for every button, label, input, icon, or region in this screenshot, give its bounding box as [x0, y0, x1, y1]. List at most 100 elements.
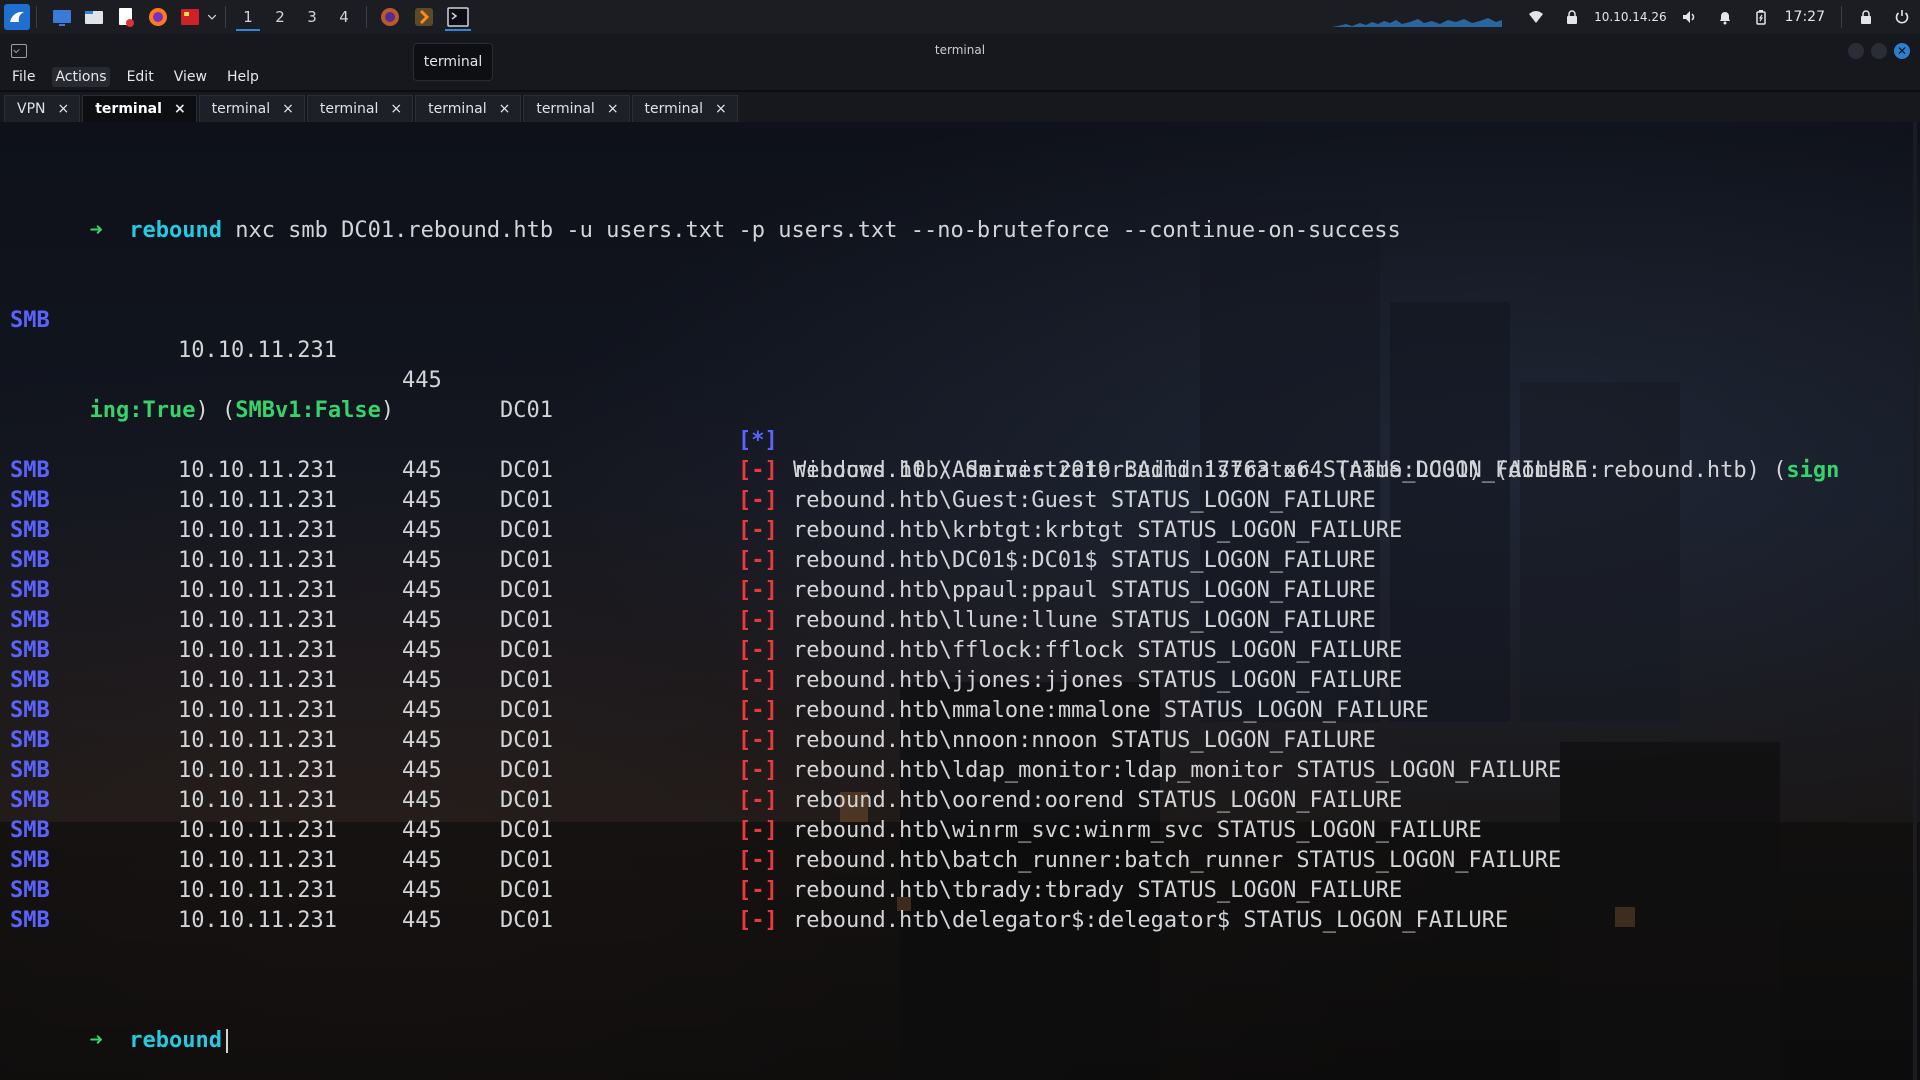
menu-file[interactable]: File	[9, 67, 38, 87]
close-window-button[interactable]: ✕	[1894, 43, 1910, 59]
desktop-icon[interactable]	[49, 4, 75, 30]
power-icon[interactable]	[1893, 8, 1911, 26]
prompt-arrow: ➜	[89, 218, 103, 243]
tab-terminal-6[interactable]: terminal ×	[631, 95, 738, 122]
target-host: DC01	[500, 878, 553, 903]
target-port: 445	[402, 818, 442, 843]
workspace-3[interactable]: 3	[296, 2, 328, 32]
info-separator: ) (	[195, 398, 236, 423]
chevron-down-icon[interactable]	[205, 4, 219, 30]
protocol-label: SMB	[10, 758, 50, 783]
tab-close-icon[interactable]: ×	[499, 101, 511, 117]
target-host: DC01	[500, 788, 553, 813]
result-message: rebound.htb\oorend:oorend STATUS_LOGON_F…	[793, 788, 1403, 813]
workspace-4[interactable]: 4	[328, 2, 360, 32]
target-port: 445	[402, 578, 442, 603]
target-ip: 10.10.11.231	[178, 668, 337, 693]
network-icon[interactable]	[1527, 8, 1545, 26]
panel-separator	[366, 6, 367, 28]
protocol-label: SMB	[10, 608, 50, 633]
terminal-output[interactable]: ➜ rebound nxc smb DC01.rebound.htb -u us…	[0, 122, 1920, 1080]
protocol-label: SMB	[10, 458, 50, 483]
tab-label: terminal	[95, 101, 162, 117]
target-host: DC01	[500, 848, 553, 873]
workspace-1[interactable]: 1	[232, 2, 264, 32]
tab-close-icon[interactable]: ×	[715, 101, 727, 117]
info-row: SMB 10.10.11.231 445 DC01 [*] Windows 10…	[10, 276, 1839, 483]
menu-help[interactable]: Help	[224, 67, 262, 87]
tab-vpn-0[interactable]: VPN ×	[4, 95, 81, 122]
menu-view[interactable]: View	[171, 67, 210, 87]
tab-close-icon[interactable]: ×	[174, 101, 186, 117]
target-host: DC01	[500, 488, 553, 513]
tab-bar: VPN × terminal × terminal × terminal × terminal ×…	[0, 92, 1920, 122]
tab-terminal-4[interactable]: terminal ×	[415, 95, 522, 122]
protocol-label: SMB	[10, 548, 50, 573]
system-tray: 10.10.14.26 17:27	[1332, 0, 1920, 34]
prompt-directory: rebound	[129, 218, 222, 243]
burp-icon[interactable]	[407, 2, 441, 32]
network-load-graph	[1332, 18, 1503, 27]
target-host: DC01	[500, 758, 553, 783]
target-ip: 10.10.11.231	[178, 848, 337, 873]
kali-menu-icon[interactable]	[4, 4, 30, 30]
target-host: DC01	[500, 518, 553, 543]
target-port: 445	[402, 548, 442, 573]
volume-icon[interactable]	[1680, 8, 1698, 26]
command-line: ➜ rebound nxc smb DC01.rebound.htb -u us…	[10, 186, 1400, 243]
target-host: DC01	[500, 458, 553, 483]
file-manager-icon[interactable]	[81, 4, 107, 30]
battery-icon[interactable]	[1752, 8, 1770, 26]
tab-close-icon[interactable]: ×	[607, 101, 619, 117]
target-ip: 10.10.11.231	[178, 608, 337, 633]
failure-marker: [-]	[738, 698, 778, 723]
tab-terminal-2[interactable]: terminal ×	[198, 95, 305, 122]
firefox-icon[interactable]	[145, 4, 171, 30]
tab-label: terminal	[644, 101, 704, 117]
text-editor-icon[interactable]	[113, 4, 139, 30]
tab-close-icon[interactable]: ×	[282, 101, 294, 117]
result-message: rebound.htb\tbrady:tbrady STATUS_LOGON_F…	[793, 878, 1403, 903]
scrollbar[interactable]	[1913, 122, 1917, 1080]
result-row: SMB 10.10.11.231 445 DC01 [-] rebound.htb\DC0…	[10, 546, 1401, 576]
result-message: rebound.htb\winrm_svc:winrm_svc STATUS_L…	[793, 818, 1482, 843]
target-port: 445	[402, 908, 442, 933]
close-icon: ✕	[1896, 44, 1908, 58]
terminal-icon[interactable]	[441, 2, 475, 32]
result-row: SMB 10.10.11.231 445 DC01 [-] rebound.htb\oor…	[10, 786, 1403, 816]
target-ip: 10.10.11.231	[178, 788, 337, 813]
firefox-task-icon[interactable]	[373, 2, 407, 32]
tab-close-icon[interactable]: ×	[58, 101, 70, 117]
tab-close-icon[interactable]: ×	[390, 101, 402, 117]
lock-icon[interactable]	[1857, 8, 1875, 26]
protocol-label: SMB	[10, 908, 50, 933]
failure-marker: [-]	[738, 518, 778, 543]
menu-actions[interactable]: Actions	[52, 67, 110, 87]
minimize-button[interactable]	[1848, 43, 1864, 59]
target-ip: 10.10.11.231	[178, 908, 337, 933]
prompt-directory: rebound	[129, 1028, 222, 1053]
maximize-button[interactable]	[1871, 43, 1887, 59]
prompt-line[interactable]: ➜ rebound	[10, 996, 1401, 1053]
window-title: terminal	[934, 43, 986, 57]
workspace-switcher: 1234	[232, 2, 360, 32]
target-ip: 10.10.11.231	[178, 728, 337, 753]
result-row: SMB 10.10.11.231 445 DC01 [-] rebound.htb\jjo…	[10, 666, 1402, 696]
vpn-lock-icon[interactable]	[1563, 8, 1581, 26]
target-ip: 10.10.11.231	[178, 578, 337, 603]
failure-marker: [-]	[738, 458, 778, 483]
protocol-label: SMB	[10, 488, 50, 513]
target-host: DC01	[500, 548, 553, 573]
red-app-icon[interactable]	[177, 4, 203, 30]
clock[interactable]: 17:27	[1785, 9, 1825, 25]
workspace-2[interactable]: 2	[264, 2, 296, 32]
result-row: SMB 10.10.11.231 445 DC01 [-] rebound.htb\del…	[10, 906, 1508, 936]
tab-terminal-3[interactable]: terminal ×	[306, 95, 414, 122]
target-port: 445	[402, 458, 442, 483]
protocol-label: SMB	[10, 848, 50, 873]
tab-terminal-5[interactable]: terminal ×	[523, 95, 630, 122]
window-titlebar[interactable]: terminal ✕	[0, 34, 1920, 68]
menu-edit[interactable]: Edit	[124, 67, 157, 87]
tab-terminal-1[interactable]: terminal ×	[82, 95, 197, 122]
bell-icon[interactable]	[1716, 8, 1734, 26]
